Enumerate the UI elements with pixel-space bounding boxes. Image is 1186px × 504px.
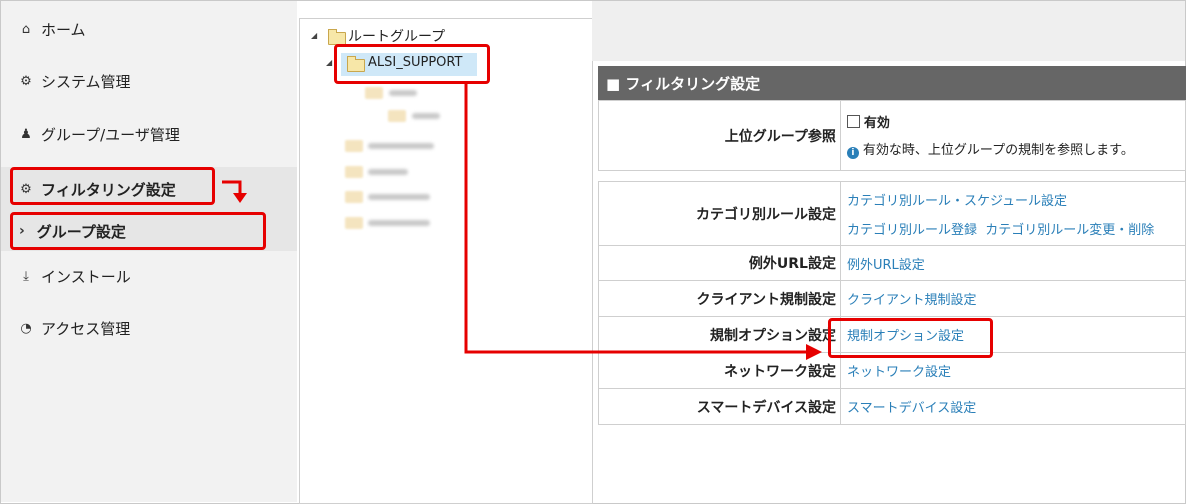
annotation-arrowhead	[233, 193, 247, 203]
annotation-arrows	[222, 84, 822, 360]
annotation-arrow-line	[464, 84, 808, 354]
annotation-arrow-line	[222, 180, 242, 194]
annotation-arrowhead	[806, 344, 822, 360]
